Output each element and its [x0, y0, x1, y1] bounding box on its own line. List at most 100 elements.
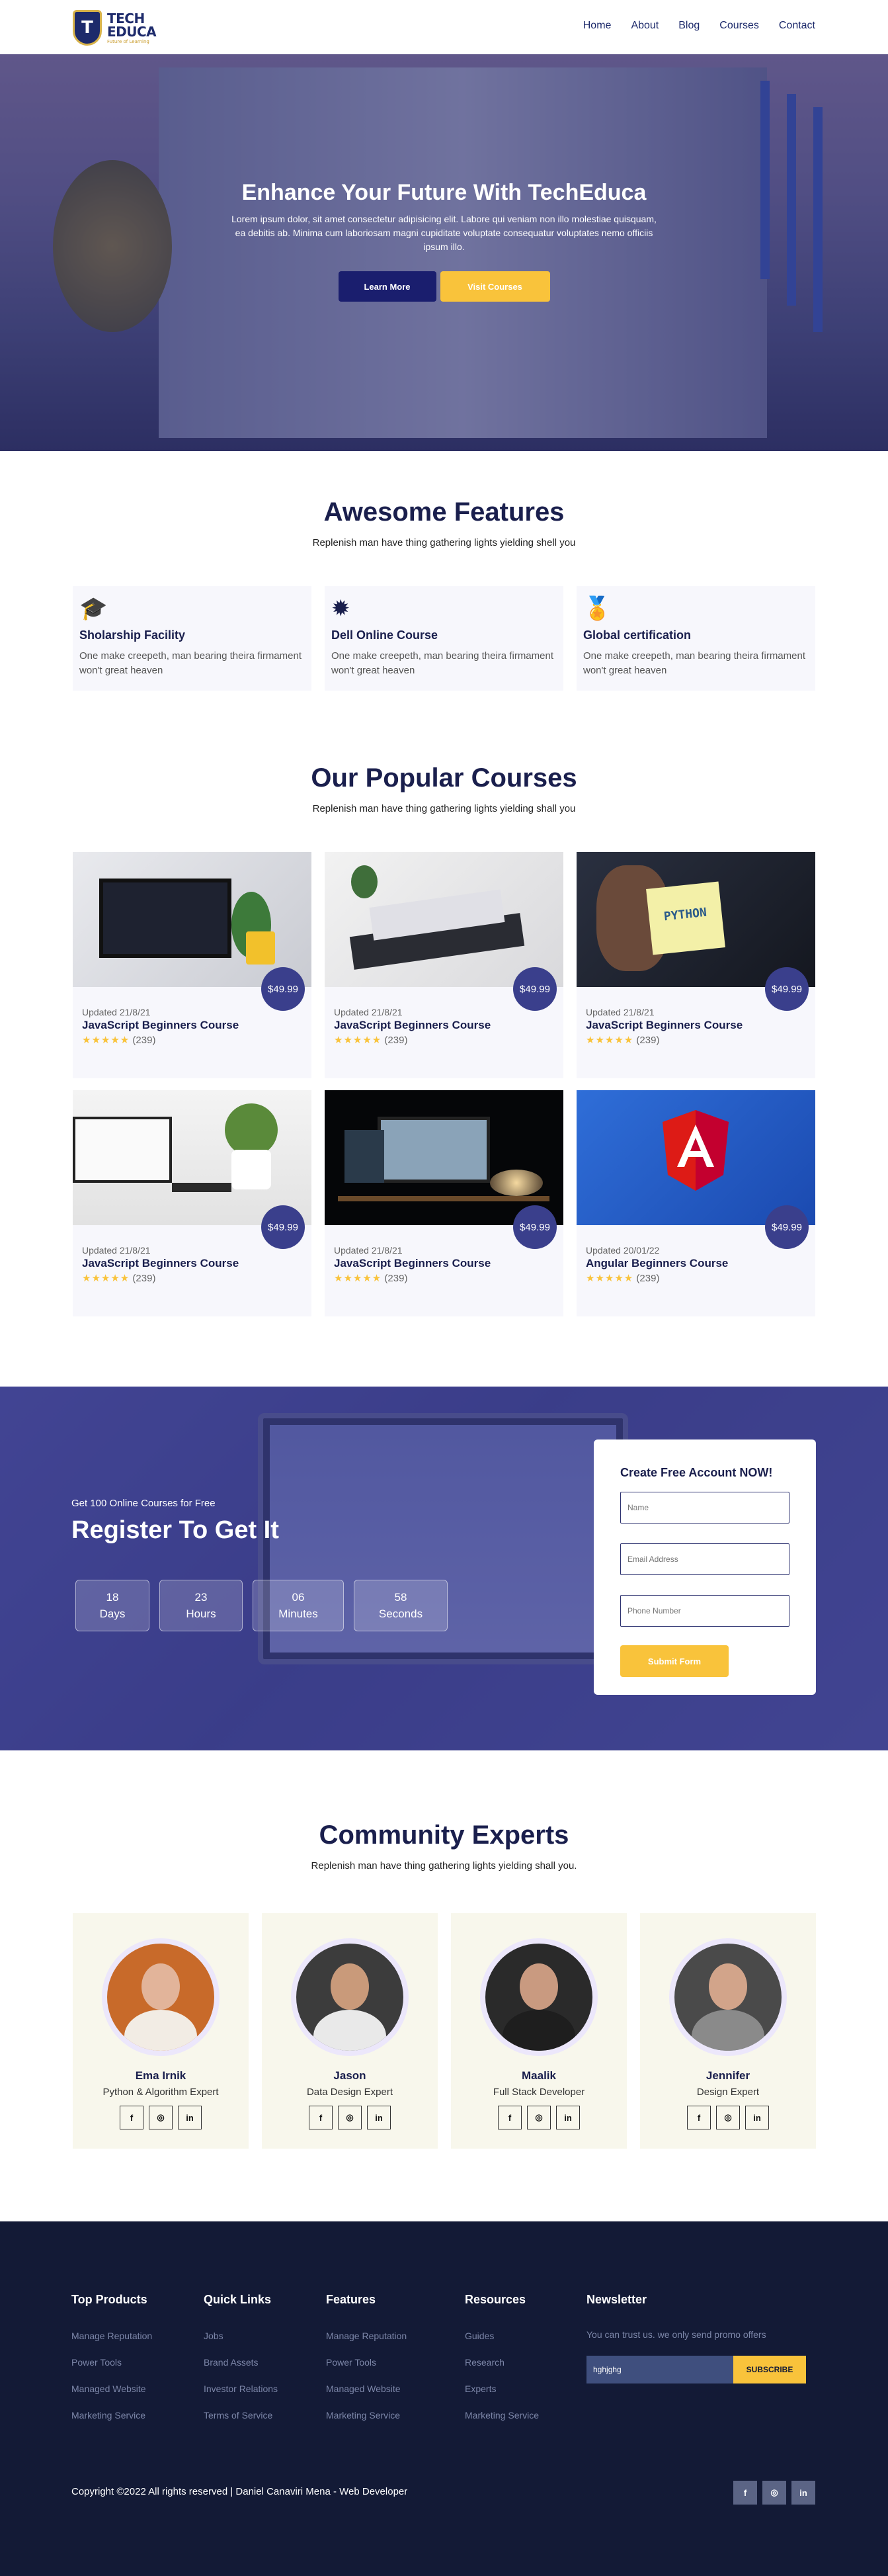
facebook-icon[interactable]: f: [687, 2106, 711, 2129]
countdown-label: Seconds: [378, 1607, 423, 1620]
expert-socials: f ◎ in: [262, 2106, 438, 2129]
nav-link-contact[interactable]: Contact: [779, 20, 815, 32]
features-title: Awesome Features: [323, 497, 565, 527]
countdown-days: 18 Days: [75, 1580, 149, 1631]
linkedin-icon[interactable]: in: [791, 2481, 815, 2505]
experts-title: Community Experts: [319, 1821, 569, 1850]
instagram-icon[interactable]: ◎: [716, 2106, 740, 2129]
visit-courses-button[interactable]: Visit Courses: [440, 271, 550, 302]
feature-card: 🎓 Sholarship Facility One make creepeth,…: [73, 586, 311, 691]
instagram-icon[interactable]: ◎: [338, 2106, 362, 2129]
course-card[interactable]: $49.99 Updated 21/8/21 JavaScript Beginn…: [73, 1090, 311, 1316]
nav-link-blog[interactable]: Blog: [678, 20, 700, 32]
course-updated: Updated 21/8/21: [82, 1007, 151, 1017]
course-title: JavaScript Beginners Course: [82, 1019, 239, 1031]
course-card[interactable]: PYTHON $49.99 Updated 21/8/21 JavaScript…: [577, 852, 815, 1078]
course-card[interactable]: $49.99 Updated 21/8/21 JavaScript Beginn…: [325, 1090, 563, 1316]
review-count: (239): [132, 1273, 156, 1284]
nav-link-courses[interactable]: Courses: [719, 20, 759, 32]
badge-icon: ✹: [331, 595, 350, 622]
linkedin-icon[interactable]: in: [178, 2106, 202, 2129]
price-badge: $49.99: [765, 967, 809, 1011]
logo-text: TECH EDUCA Future of Learning: [107, 12, 157, 44]
facebook-icon[interactable]: f: [309, 2106, 333, 2129]
instagram-icon[interactable]: ◎: [527, 2106, 551, 2129]
top-navbar: T TECH EDUCA Future of Learning Home Abo…: [0, 0, 888, 54]
features-list: 🎓 Sholarship Facility One make creepeth,…: [73, 586, 816, 691]
footer-link[interactable]: Research: [465, 2357, 539, 2368]
countdown-value: 06: [292, 1591, 305, 1604]
footer-link[interactable]: Managed Website: [71, 2383, 152, 2394]
footer-link[interactable]: Terms of Service: [204, 2410, 278, 2421]
expert-role: Design Expert: [696, 2086, 760, 2098]
graduation-cap-icon: 🎓: [79, 595, 108, 622]
feature-text: One make creepeth, man bearing theira fi…: [583, 650, 805, 676]
copyright-text: Copyright ©2022 All rights reserved | Da…: [71, 2486, 408, 2497]
star-rating-icon: ★★★★★: [586, 1035, 634, 1046]
course-card[interactable]: $49.99 Updated 21/8/21 JavaScript Beginn…: [73, 852, 311, 1078]
course-card[interactable]: $49.99 Updated 20/01/22 Angular Beginner…: [577, 1090, 815, 1316]
phone-field[interactable]: [620, 1595, 789, 1627]
brand-logo[interactable]: T TECH EDUCA Future of Learning: [73, 7, 173, 49]
countdown-minutes: 06 Minutes: [253, 1580, 344, 1631]
footer-link[interactable]: Manage Reputation: [71, 2331, 152, 2341]
footer-link[interactable]: Manage Reputation: [326, 2331, 407, 2341]
subscribe-button[interactable]: SUBSCRIBE: [733, 2356, 806, 2383]
submit-form-button[interactable]: Submit Form: [620, 1645, 729, 1677]
footer-socials: f ◎ in: [733, 2481, 815, 2505]
award-icon: 🏅: [583, 595, 612, 622]
footer-link[interactable]: Jobs: [204, 2331, 278, 2341]
course-card[interactable]: $49.99 Updated 21/8/21 JavaScript Beginn…: [325, 852, 563, 1078]
expert-card: Jennifer Design Expert f ◎ in: [640, 1913, 816, 2149]
facebook-icon[interactable]: f: [498, 2106, 522, 2129]
course-rating: ★★★★★ (239): [82, 1034, 302, 1046]
footer-link[interactable]: Managed Website: [326, 2383, 407, 2394]
footer-link[interactable]: Experts: [465, 2383, 539, 2394]
footer-link[interactable]: Marketing Service: [326, 2410, 407, 2421]
review-count: (239): [384, 1035, 408, 1046]
newsletter-email-input[interactable]: [586, 2356, 733, 2383]
course-rating: ★★★★★ (239): [334, 1034, 554, 1046]
footer-link[interactable]: Power Tools: [71, 2357, 152, 2368]
footer-heading: Features: [326, 2293, 376, 2306]
experts-list: Ema Irnik Python & Algorithm Expert f ◎ …: [73, 1913, 816, 2149]
footer-link[interactable]: Guides: [465, 2331, 539, 2341]
linkedin-icon[interactable]: in: [367, 2106, 391, 2129]
footer-link[interactable]: Investor Relations: [204, 2383, 278, 2394]
course-rating: ★★★★★ (239): [586, 1034, 806, 1046]
name-field[interactable]: [620, 1492, 789, 1524]
form-title: Create Free Account NOW!: [620, 1466, 773, 1479]
course-rating: ★★★★★ (239): [334, 1272, 554, 1284]
course-title: JavaScript Beginners Course: [334, 1019, 491, 1031]
course-title: JavaScript Beginners Course: [334, 1257, 491, 1269]
nav-link-about[interactable]: About: [631, 20, 659, 32]
star-rating-icon: ★★★★★: [586, 1273, 634, 1284]
instagram-icon[interactable]: ◎: [762, 2481, 786, 2505]
logo-tagline: Future of Learning: [107, 38, 149, 44]
nav-link-home[interactable]: Home: [583, 20, 612, 32]
instagram-icon[interactable]: ◎: [149, 2106, 173, 2129]
price-badge: $49.99: [261, 1205, 305, 1249]
countdown-label: Minutes: [278, 1607, 318, 1620]
avatar: [296, 1944, 403, 2051]
footer-link[interactable]: Marketing Service: [465, 2410, 539, 2421]
facebook-icon[interactable]: f: [733, 2481, 757, 2505]
review-count: (239): [384, 1273, 408, 1284]
price-badge: $49.99: [513, 1205, 557, 1249]
email-field[interactable]: [620, 1543, 789, 1575]
course-image-angular: [577, 1090, 815, 1225]
feature-text: One make creepeth, man bearing theira fi…: [331, 650, 553, 676]
linkedin-icon[interactable]: in: [745, 2106, 769, 2129]
facebook-icon[interactable]: f: [120, 2106, 143, 2129]
course-updated: Updated 21/8/21: [334, 1007, 403, 1017]
footer-link[interactable]: Marketing Service: [71, 2410, 152, 2421]
course-updated: Updated 21/8/21: [586, 1007, 655, 1017]
feature-title: Global certification: [583, 628, 692, 642]
footer-link[interactable]: Brand Assets: [204, 2357, 278, 2368]
expert-socials: f ◎ in: [451, 2106, 627, 2129]
newsletter-heading: Newsletter: [586, 2293, 647, 2306]
courses-grid: $49.99 Updated 21/8/21 JavaScript Beginn…: [73, 852, 816, 1316]
linkedin-icon[interactable]: in: [556, 2106, 580, 2129]
footer-link[interactable]: Power Tools: [326, 2357, 407, 2368]
learn-more-button[interactable]: Learn More: [338, 271, 436, 302]
